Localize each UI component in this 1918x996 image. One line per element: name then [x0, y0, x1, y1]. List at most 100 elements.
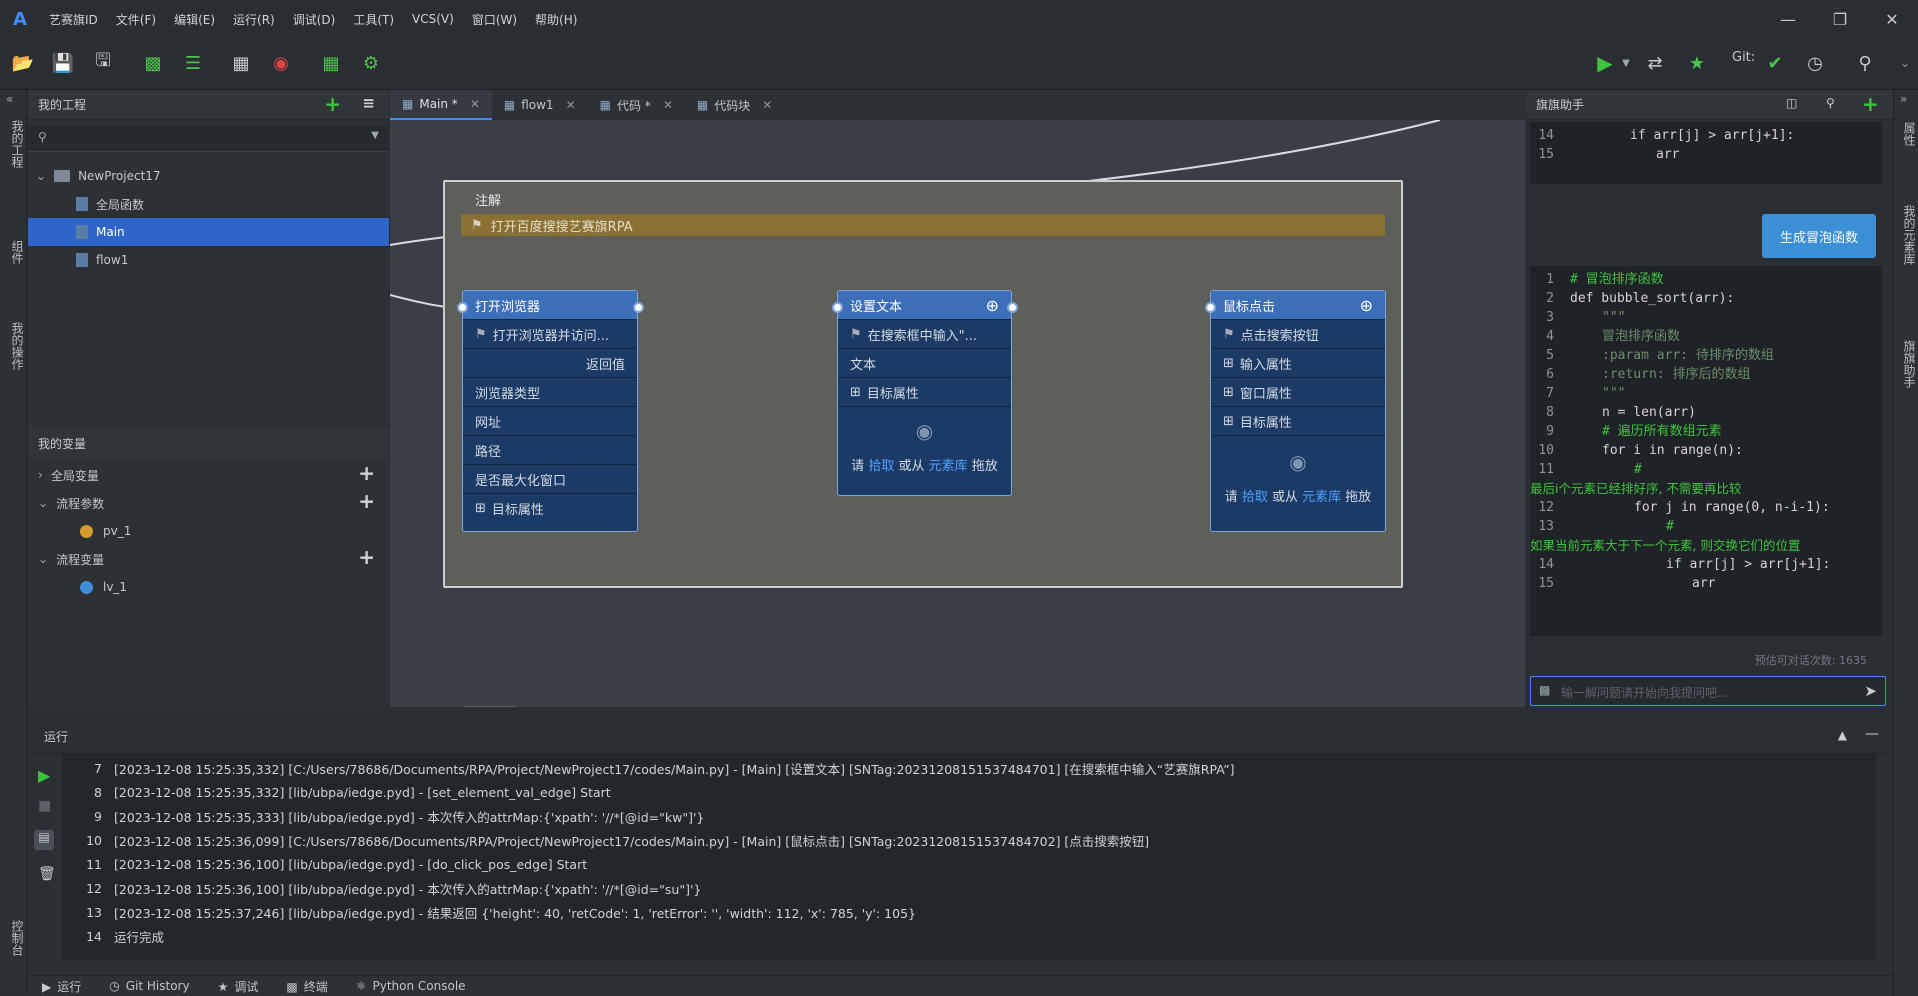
- node-output-port[interactable]: [633, 302, 644, 313]
- publish-icon[interactable]: ▩: [140, 50, 166, 76]
- node-input-port[interactable]: [457, 302, 468, 313]
- pick-link[interactable]: 拾取: [1242, 490, 1268, 505]
- node-drop-area[interactable]: ◉ 请 拾取 或从 元素库 拖放: [1211, 435, 1385, 531]
- project-search-input[interactable]: ⚲ ▼: [28, 126, 389, 152]
- tab-my-project[interactable]: 我的工程: [4, 120, 24, 168]
- package-icon[interactable]: ☰: [180, 50, 206, 76]
- node-mouse-click[interactable]: 鼠标点击 ⊕ ⚑ 点击搜索按钮 ⊞ 输入属性 ⊞ 窗口属性 ⊞ 目标属性 ◉ 请 拾取 或…: [1210, 290, 1386, 532]
- close-icon[interactable]: ✕: [762, 98, 772, 112]
- tab-console[interactable]: 控制台: [4, 920, 24, 956]
- collapse-left-icon[interactable]: «: [6, 92, 13, 106]
- trash-icon[interactable]: 🗑: [38, 866, 56, 882]
- component-icon[interactable]: ▦: [318, 50, 344, 76]
- save-icon[interactable]: 💾: [50, 50, 76, 76]
- tree-item-global-functions[interactable]: 全局函数: [28, 190, 389, 218]
- settings-icon[interactable]: ⚲: [1826, 96, 1835, 110]
- target-icon[interactable]: ⊕: [986, 296, 999, 315]
- add-icon[interactable]: +: [358, 461, 375, 485]
- node-row-browser-type[interactable]: 浏览器类型: [463, 377, 637, 406]
- node-row-return[interactable]: 返回值: [463, 348, 637, 377]
- minimize-icon[interactable]: —: [1762, 10, 1814, 29]
- menu-run[interactable]: 运行(R): [224, 11, 284, 28]
- tab-flow1[interactable]: ▦ flow1 ✕: [492, 90, 588, 120]
- node-input-port[interactable]: [832, 302, 843, 313]
- rerun-icon[interactable]: ▶: [38, 766, 50, 785]
- tab-components[interactable]: 组件: [4, 240, 24, 264]
- node-row-maximize[interactable]: 是否最大化窗口: [463, 464, 637, 493]
- bottom-tab-terminal[interactable]: ▩ 终端: [272, 978, 341, 995]
- bottom-tab-python-console[interactable]: ⚛ Python Console: [342, 979, 480, 993]
- more-icon[interactable]: ⌄: [1892, 50, 1918, 76]
- pick-link[interactable]: 拾取: [868, 459, 894, 474]
- close-icon[interactable]: ✕: [470, 97, 480, 111]
- node-row-text[interactable]: 文本: [838, 348, 1011, 377]
- loop-icon[interactable]: ⇄: [1642, 50, 1668, 76]
- tab-main[interactable]: ▦ Main * ✕: [390, 90, 492, 120]
- new-chat-icon[interactable]: ◫: [1786, 96, 1797, 110]
- record-icon[interactable]: ◉: [268, 50, 294, 76]
- save-all-icon[interactable]: 🖫: [90, 50, 116, 76]
- tree-item-flow1[interactable]: flow1: [28, 246, 389, 274]
- menu-tools[interactable]: 工具(T): [344, 11, 403, 28]
- search-icon[interactable]: ⚲: [1852, 50, 1878, 76]
- recorder-icon[interactable]: ▦: [228, 50, 254, 76]
- var-group-global[interactable]: › 全局变量 +: [28, 461, 389, 489]
- tree-root[interactable]: ⌄ NewProject17: [28, 162, 389, 190]
- clear-output-icon[interactable]: ▤: [34, 830, 54, 850]
- tab-properties[interactable]: 属性: [1896, 122, 1916, 146]
- node-drop-area[interactable]: ◉ 请 拾取 或从 元素库 拖放: [838, 406, 1011, 495]
- open-folder-icon[interactable]: 📂: [10, 50, 36, 76]
- node-row-url[interactable]: 网址: [463, 406, 637, 435]
- collapse-right-icon[interactable]: »: [1900, 92, 1907, 106]
- bottom-tab-debug[interactable]: ★ 调试: [204, 978, 273, 995]
- node-row-window-attr[interactable]: ⊞ 窗口属性: [1211, 377, 1385, 406]
- close-icon[interactable]: ✕: [566, 98, 576, 112]
- menu-file[interactable]: 文件(F): [107, 11, 165, 28]
- menu-vcs[interactable]: VCS(V): [403, 12, 463, 26]
- node-row-path[interactable]: 路径: [463, 435, 637, 464]
- menu-window[interactable]: 窗口(W): [463, 11, 526, 28]
- menu-edit[interactable]: 编辑(E): [165, 11, 224, 28]
- chevron-down-icon[interactable]: ▼: [1613, 50, 1639, 76]
- horizontal-scrollbar[interactable]: [465, 706, 515, 707]
- minimize-panel-icon[interactable]: —: [1865, 726, 1879, 742]
- node-set-text[interactable]: 设置文本 ⊕ ⚑ 在搜索框中输入"... 文本 ⊞ 目标属性 ◉ 请 拾取 或从 元素…: [837, 290, 1012, 496]
- add-icon[interactable]: +: [324, 92, 341, 116]
- var-group-vars[interactable]: ⌄ 流程变量 +: [28, 545, 389, 573]
- tab-my-operations[interactable]: 我的操作: [4, 322, 24, 370]
- element-lib-link[interactable]: 元素库: [929, 459, 968, 474]
- close-icon[interactable]: ✕: [663, 98, 673, 112]
- tab-assistant[interactable]: 旗旗助手: [1896, 340, 1916, 388]
- history-icon[interactable]: ◷: [1802, 50, 1828, 76]
- generate-bubble-button[interactable]: 生成冒泡函数: [1762, 214, 1876, 258]
- node-open-browser[interactable]: 打开浏览器 ⚑ 打开浏览器并访问... 返回值 浏览器类型 网址 路径 是否最大化…: [462, 290, 638, 532]
- add-icon[interactable]: +: [358, 545, 375, 569]
- tab-code[interactable]: ▦ 代码 * ✕: [588, 90, 685, 120]
- chevron-down-icon[interactable]: ▼: [371, 130, 379, 141]
- node-output-port[interactable]: [1007, 302, 1018, 313]
- menu-ide[interactable]: 艺赛旗ID: [40, 11, 107, 28]
- restore-icon[interactable]: ❐: [1814, 10, 1866, 29]
- bottom-tab-git-history[interactable]: ◷ Git History: [95, 979, 203, 993]
- menu-debug[interactable]: 调试(D): [284, 11, 345, 28]
- bottom-tab-run[interactable]: ▶ 运行: [28, 978, 95, 995]
- node-row-target-attr[interactable]: ⊞ 目标属性: [1211, 406, 1385, 435]
- collapse-all-icon[interactable]: ≡: [362, 94, 375, 112]
- node-row-target-attr[interactable]: ⊞ 目标属性: [838, 377, 1011, 406]
- send-icon[interactable]: ➤: [1864, 682, 1877, 700]
- node-input-port[interactable]: [1205, 302, 1216, 313]
- close-icon[interactable]: ✕: [1866, 10, 1918, 29]
- tab-code-block[interactable]: ▦ 代码块 ✕: [685, 90, 784, 120]
- stop-icon[interactable]: ■: [38, 798, 51, 814]
- element-lib-link[interactable]: 元素库: [1302, 490, 1341, 505]
- maximize-icon[interactable]: ▲: [1838, 728, 1847, 742]
- add-icon[interactable]: +: [358, 489, 375, 513]
- commit-check-icon[interactable]: ✔: [1762, 50, 1788, 76]
- plugin-icon[interactable]: ⚙: [358, 50, 384, 76]
- add-icon[interactable]: +: [1862, 92, 1879, 116]
- menu-help[interactable]: 帮助(H): [526, 11, 586, 28]
- chat-input[interactable]: ▩ 输一解问题请开始向我提问吧... ➤: [1530, 676, 1886, 706]
- node-row-input-attr[interactable]: ⊞ 输入属性: [1211, 348, 1385, 377]
- debug-icon[interactable]: ★: [1684, 50, 1710, 76]
- var-item-lv1[interactable]: lv_1: [28, 573, 389, 601]
